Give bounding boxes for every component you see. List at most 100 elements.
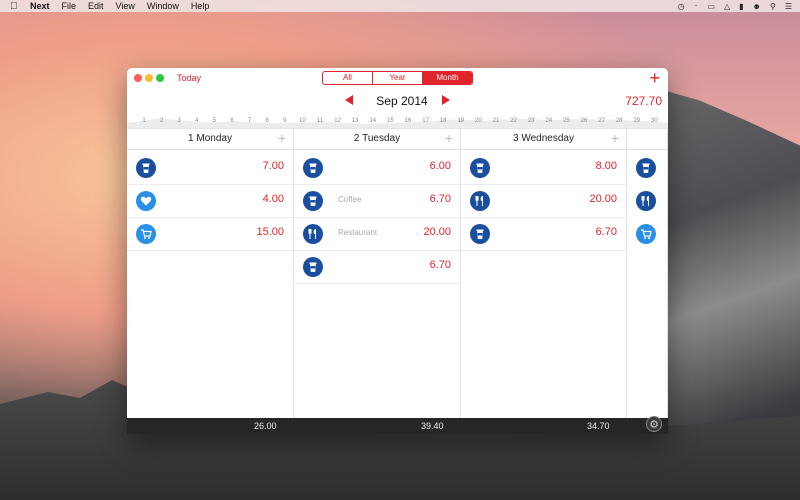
timeline-tick[interactable]: 26 — [577, 118, 591, 124]
expense-row[interactable]: Restaurant 20.00 — [294, 217, 460, 251]
timeline-tick[interactable]: 15 — [383, 118, 397, 124]
expense-row[interactable] — [627, 151, 667, 184]
timeline-tick[interactable]: 14 — [366, 118, 380, 124]
day-header: 1 Monday + — [127, 129, 293, 150]
timeline-tick[interactable]: 27 — [595, 118, 609, 124]
cup-icon — [303, 158, 323, 178]
zoom-button[interactable] — [156, 74, 164, 82]
timeline-tick[interactable]: 25 — [559, 118, 573, 124]
timeline-tick[interactable]: 9 — [278, 118, 292, 124]
timeline-tick[interactable]: 29 — [630, 118, 644, 124]
notification-center-icon[interactable]: ☰ — [785, 2, 792, 11]
timeline-tick[interactable]: 21 — [489, 118, 503, 124]
timeline-tick[interactable]: 6 — [225, 118, 239, 124]
bluetooth-icon[interactable]: ᛫ — [694, 2, 699, 11]
expense-note: Restaurant — [338, 228, 378, 237]
expense-amount: 7.00 — [262, 160, 284, 172]
timeline-tick[interactable]: 4 — [190, 118, 204, 124]
expense-row[interactable]: 8.00 — [461, 151, 626, 185]
user-icon[interactable]: ☻ — [753, 2, 761, 11]
previous-month-icon[interactable] — [345, 95, 353, 105]
next-month-icon[interactable] — [442, 95, 450, 105]
minimize-button[interactable] — [145, 74, 153, 82]
expense-row[interactable]: Coffee 6.70 — [294, 184, 460, 218]
expense-row[interactable]: 4.00 — [127, 184, 293, 218]
timeline-tick[interactable]: 13 — [348, 118, 362, 124]
expense-row[interactable] — [627, 217, 667, 250]
day-columns: 1 Monday +7.00 4.00 15.00 2 Tuesday +6.00 Coff… — [127, 129, 668, 418]
expense-row[interactable]: 6.00 — [294, 151, 460, 185]
day-header: 3 Wednesday + — [461, 129, 626, 150]
menu-app-name[interactable]: Next — [30, 1, 50, 11]
menu-bar:  Next File Edit View Window Help ◷ ᛫ ▭ … — [0, 0, 800, 12]
cup-icon — [136, 158, 156, 178]
time-machine-icon[interactable]: ◷ — [678, 2, 685, 11]
timeline-tick[interactable]: 16 — [401, 118, 415, 124]
add-expense-button[interactable]: + — [649, 68, 660, 88]
cup-icon — [470, 224, 490, 244]
expense-row[interactable]: 15.00 — [127, 217, 293, 251]
heart-icon — [136, 191, 156, 211]
menu-help[interactable]: Help — [191, 1, 210, 11]
timeline-tick[interactable]: 12 — [331, 118, 345, 124]
timeline-tick[interactable]: 30 — [647, 118, 661, 124]
battery-icon[interactable]: ▮ — [739, 2, 743, 11]
timeline-tick[interactable]: 20 — [471, 118, 485, 124]
timeline-tick[interactable]: 19 — [454, 118, 468, 124]
day-timeline[interactable]: 1 2 3 4 5 6 7 8 9 10 11 12 13 14 15 16 17 18 19 20 21 22 23 24 2… — [127, 112, 668, 129]
restaurant-icon — [636, 191, 656, 211]
month-total: 727.70 — [625, 94, 662, 108]
spotlight-icon[interactable]: ⚲ — [770, 2, 776, 11]
expense-row[interactable]: 6.70 — [294, 250, 460, 284]
segment-all[interactable]: All — [323, 72, 373, 84]
timeline-tick[interactable]: 11 — [313, 118, 327, 124]
menu-window[interactable]: Window — [147, 1, 179, 11]
expense-row[interactable]: 7.00 — [127, 151, 293, 185]
add-entry-button[interactable]: + — [445, 130, 453, 146]
expense-amount: 20.00 — [589, 193, 617, 205]
timeline-tick[interactable]: 22 — [507, 118, 521, 124]
day-title: 3 Wednesday — [513, 133, 574, 144]
segment-year[interactable]: Year — [373, 72, 423, 84]
timeline-tick[interactable]: 28 — [612, 118, 626, 124]
month-navigation: Sep 2014 727.70 — [127, 90, 668, 112]
segment-month[interactable]: Month — [423, 72, 472, 84]
timeline-tick[interactable]: 5 — [207, 118, 221, 124]
menu-file[interactable]: File — [62, 1, 77, 11]
menu-view[interactable]: View — [116, 1, 135, 11]
apple-menu-icon[interactable]:  — [10, 1, 20, 12]
expense-amount: 6.70 — [429, 193, 451, 205]
daily-totals-bar: 26.00 39.40 34.70 — [127, 418, 668, 434]
add-entry-button[interactable]: + — [611, 130, 619, 146]
day-column: 1 Monday + 7.00 4.00 15.00 — [127, 129, 294, 418]
expense-row[interactable] — [627, 184, 667, 217]
expense-amount: 6.70 — [429, 259, 451, 271]
timeline-tick[interactable]: 10 — [295, 118, 309, 124]
timeline-tick[interactable]: 7 — [243, 118, 257, 124]
today-button[interactable]: Today — [177, 73, 201, 83]
timeline-tick[interactable]: 18 — [436, 118, 450, 124]
expense-row[interactable]: 20.00 — [461, 184, 626, 218]
timeline-tick[interactable]: 8 — [260, 118, 274, 124]
day-total: 39.40 — [421, 421, 444, 431]
timeline-tick[interactable]: 3 — [172, 118, 186, 124]
close-button[interactable] — [134, 74, 142, 82]
expense-amount: 15.00 — [256, 226, 284, 238]
day-header — [627, 129, 667, 150]
timeline-tick[interactable]: 23 — [524, 118, 538, 124]
expense-row[interactable]: 6.70 — [461, 217, 626, 251]
add-entry-button[interactable]: + — [278, 130, 286, 146]
cup-icon — [303, 257, 323, 277]
expense-note: Coffee — [338, 195, 362, 204]
timeline-tick[interactable]: 2 — [155, 118, 169, 124]
menu-extras: ◷ ᛫ ▭ △ ▮ ☻ ⚲ ☰ — [678, 0, 792, 12]
expense-amount: 20.00 — [423, 226, 451, 238]
day-total: 34.70 — [587, 421, 610, 431]
menu-edit[interactable]: Edit — [88, 1, 104, 11]
timeline-tick[interactable]: 17 — [419, 118, 433, 124]
gear-icon[interactable]: ⚙ — [646, 416, 662, 432]
timeline-tick[interactable]: 1 — [137, 118, 151, 124]
volume-icon[interactable]: △ — [724, 2, 730, 11]
airplay-icon[interactable]: ▭ — [707, 2, 715, 11]
timeline-tick[interactable]: 24 — [542, 118, 556, 124]
